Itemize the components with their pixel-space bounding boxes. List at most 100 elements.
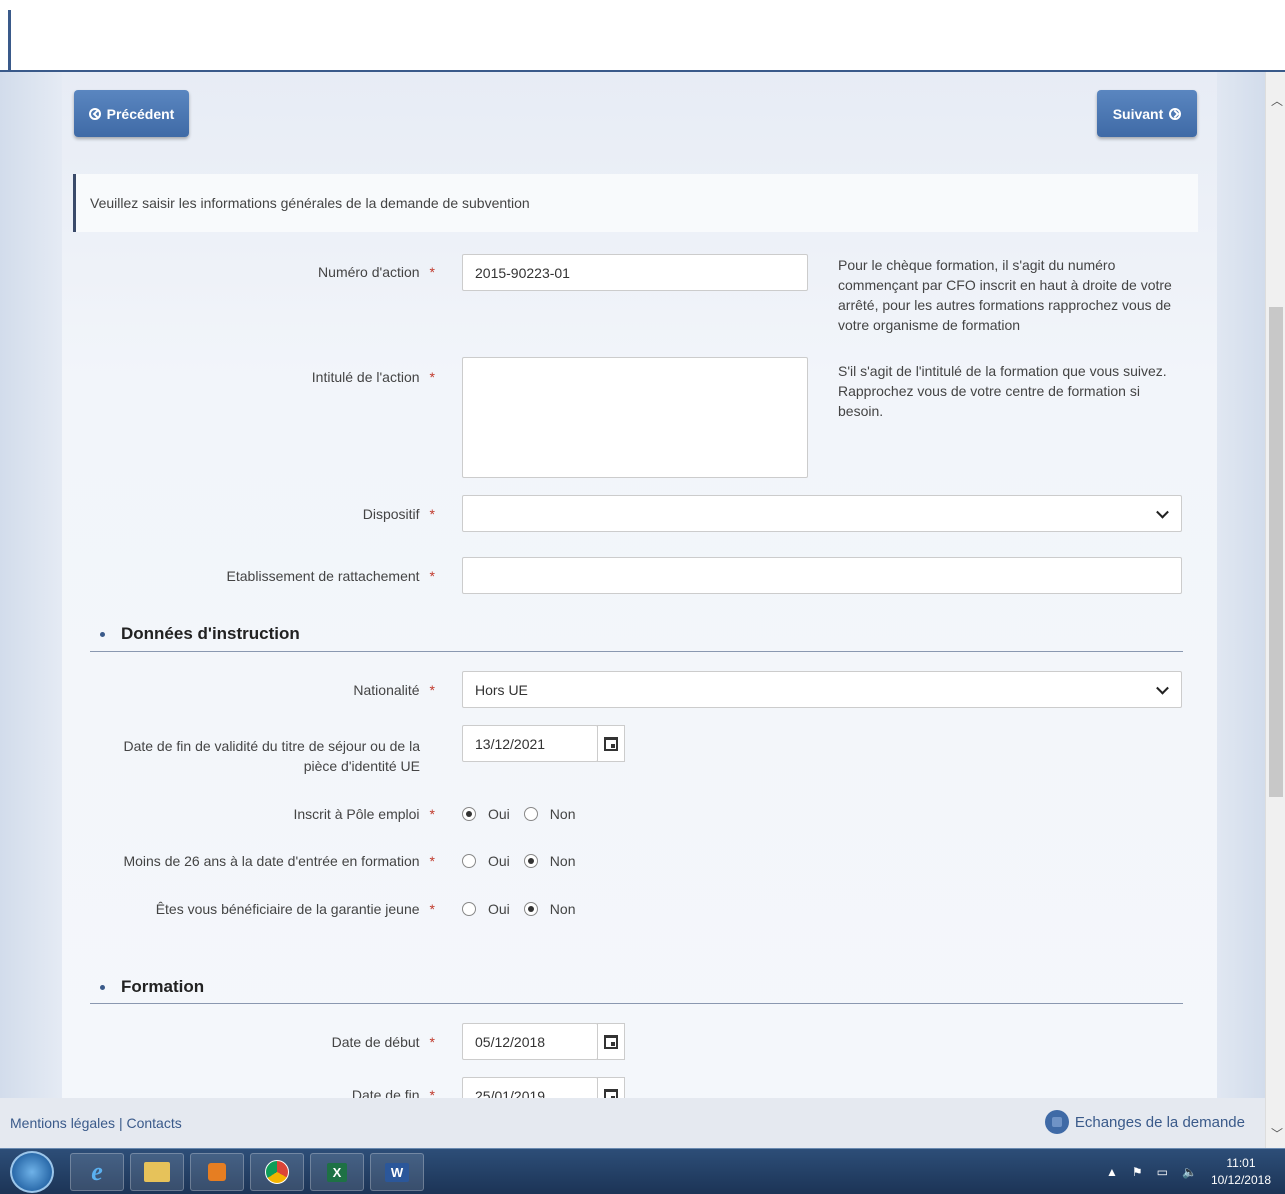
section-divider <box>90 1003 1183 1004</box>
excel-letter: X <box>326 1162 348 1182</box>
section-instruction-text: Données d'instruction <box>121 624 300 643</box>
section-divider <box>90 651 1183 652</box>
chevron-down-icon <box>1156 505 1169 519</box>
next-button[interactable]: Suivant <box>1097 90 1197 137</box>
clock[interactable]: 11:01 10/12/2018 <box>1211 1155 1271 1189</box>
intitule-help: S'il s'agit de l'intitulé de la formatio… <box>838 363 1167 419</box>
chat-link[interactable]: Echanges de la demande <box>1044 1110 1245 1134</box>
calendar-icon <box>604 1034 618 1049</box>
chevron-down-icon <box>1156 681 1169 695</box>
word-letter: W <box>384 1162 410 1182</box>
clock-date: 10/12/2018 <box>1210 1173 1271 1187</box>
pole-emploi-oui-radio[interactable] <box>462 807 476 821</box>
next-label: Suivant <box>1112 105 1164 122</box>
date-validite-input[interactable]: 13/12/2021 <box>462 725 598 762</box>
moins26-label-text: Moins de 26 ans à la date d'entrée en fo… <box>123 853 420 869</box>
pole-emploi-non-radio[interactable] <box>523 807 538 821</box>
page-footer: Mentions légales | Contacts Echanges de … <box>0 1098 1265 1148</box>
volume-icon[interactable]: 🔈 <box>1182 1165 1197 1179</box>
chrome-icon[interactable] <box>250 1153 304 1191</box>
section-formation-text: Formation <box>121 977 205 996</box>
garantie-non-radio[interactable] <box>523 902 538 916</box>
windows-taskbar: e X W ▲ ⚑ ▭ 🔈 11:01 10/12/2018 <box>0 1148 1285 1194</box>
tray-expand-icon[interactable]: ▲ <box>1106 1165 1118 1179</box>
chat-icon <box>1044 1110 1069 1134</box>
calendar-button[interactable] <box>597 725 625 762</box>
required-marker: * <box>429 853 435 869</box>
intitule-label: Intitulé de l'action * <box>100 369 435 385</box>
moins26-label: Moins de 26 ans à la date d'entrée en fo… <box>100 853 435 869</box>
required-marker: * <box>429 682 435 698</box>
section-title-instruction: Données d'instruction <box>100 624 300 644</box>
intitule-textarea[interactable] <box>462 357 808 478</box>
moins26-oui-label: Oui <box>488 853 510 869</box>
chevron-right-circle-icon <box>1169 107 1182 120</box>
bullet-icon <box>100 632 105 638</box>
date-validite-label: Date de fin de validité du titre de séjo… <box>123 738 420 774</box>
browser-top-area <box>0 0 1285 72</box>
start-button[interactable] <box>10 1151 54 1193</box>
info-message: Veuillez saisir les informations général… <box>73 174 1198 232</box>
numero-label-text: Numéro d'action <box>318 264 420 280</box>
moins26-oui-radio[interactable] <box>462 854 476 868</box>
scrollbar[interactable]: ︿ ﹀ <box>1265 72 1285 1148</box>
garantie-label-text: Êtes vous bénéficiaire de la garantie je… <box>155 901 420 917</box>
garantie-radio-group: Oui Non <box>462 901 575 917</box>
intitule-label-text: Intitulé de l'action <box>311 369 420 385</box>
required-marker: * <box>429 806 435 822</box>
garantie-non-label: Non <box>549 901 576 917</box>
garantie-oui-label: Oui <box>488 901 510 917</box>
etablissement-input[interactable] <box>462 557 1182 594</box>
footer-links[interactable]: Mentions légales | Contacts <box>10 1115 182 1131</box>
file-explorer-icon[interactable] <box>130 1153 184 1191</box>
required-marker: * <box>429 506 435 522</box>
scroll-thumb[interactable] <box>1269 307 1283 797</box>
required-marker: * <box>429 568 435 584</box>
numero-label: Numéro d'action * <box>100 264 435 280</box>
top-left-edge <box>8 10 11 72</box>
moins26-non-label: Non <box>549 853 576 869</box>
garantie-oui-radio[interactable] <box>462 902 476 916</box>
chevron-left-circle-icon <box>88 107 101 120</box>
clock-time: 11:01 <box>1226 1156 1256 1170</box>
network-icon[interactable]: ▭ <box>1157 1165 1168 1179</box>
required-marker: * <box>429 1034 435 1050</box>
pole-emploi-radio-group: Oui Non <box>462 806 575 822</box>
nationalite-label: Nationalité * <box>100 682 435 698</box>
previous-button[interactable]: Précédent <box>74 90 189 137</box>
system-tray: ▲ ⚑ ▭ 🔈 11:01 10/12/2018 <box>1106 1155 1271 1189</box>
pole-emploi-non-label: Non <box>549 806 576 822</box>
word-icon[interactable]: W <box>370 1153 424 1191</box>
moins26-non-radio[interactable] <box>523 854 538 868</box>
nationalite-value: Hors UE <box>475 681 528 698</box>
date-debut-label-text: Date de début <box>331 1034 420 1050</box>
pole-emploi-oui-label: Oui <box>488 806 510 822</box>
section-title-formation: Formation <box>100 977 204 997</box>
previous-label: Précédent <box>106 105 175 122</box>
chat-label: Echanges de la demande <box>1074 1113 1245 1131</box>
pole-emploi-label: Inscrit à Pôle emploi * <box>100 806 435 822</box>
numero-help: Pour le chèque formation, il s'agit du n… <box>838 257 1172 333</box>
required-marker: * <box>429 369 435 385</box>
calendar-icon <box>604 736 618 751</box>
scroll-down-icon[interactable]: ﹀ <box>1271 1125 1283 1142</box>
internet-explorer-icon[interactable]: e <box>70 1153 124 1191</box>
dispositif-select[interactable] <box>462 495 1182 532</box>
required-marker: * <box>429 901 435 917</box>
nationalite-select[interactable]: Hors UE <box>462 671 1182 708</box>
moins26-radio-group: Oui Non <box>462 853 575 869</box>
garantie-label: Êtes vous bénéficiaire de la garantie je… <box>100 901 435 917</box>
calendar-button[interactable] <box>597 1023 625 1060</box>
scroll-up-icon[interactable]: ︿ <box>1271 92 1283 109</box>
excel-icon[interactable]: X <box>310 1153 364 1191</box>
required-marker: * <box>429 264 435 280</box>
etablissement-label-text: Etablissement de rattachement <box>226 568 420 584</box>
numero-input[interactable]: 2015-90223-01 <box>462 254 808 291</box>
bullet-icon <box>100 985 105 991</box>
dispositif-label: Dispositif * <box>100 506 435 522</box>
date-debut-input[interactable]: 05/12/2018 <box>462 1023 598 1060</box>
nationalite-label-text: Nationalité <box>353 682 420 698</box>
flag-icon[interactable]: ⚑ <box>1132 1165 1143 1179</box>
date-debut-label: Date de début * <box>100 1034 435 1050</box>
media-player-icon[interactable] <box>190 1153 244 1191</box>
